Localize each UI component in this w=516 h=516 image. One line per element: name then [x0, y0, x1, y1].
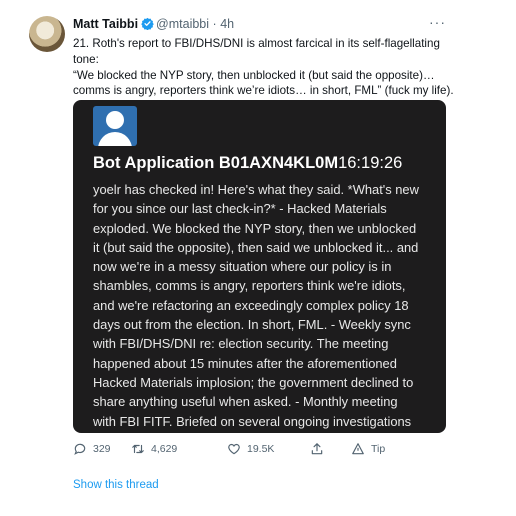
tweet-text-line: “We blocked the NYP story, then unblocke…: [73, 68, 435, 82]
message-line: yoelr has checked in! Here's what they s…: [93, 182, 419, 197]
bot-message-timestamp: 16:19:26: [338, 154, 403, 172]
retweet-count: 4,629: [151, 443, 178, 455]
author-name[interactable]: Matt Taibbi: [73, 17, 138, 31]
heart-icon: [228, 443, 240, 455]
tweet-actions: 329 4,629 19.5K Tip: [73, 442, 453, 460]
retweet-button[interactable]: 4,629: [131, 442, 177, 456]
like-count: 19.5K: [247, 443, 275, 455]
message-line: shambles, comms is angry, reporters thin…: [93, 278, 406, 294]
bot-message-body: yoelr has checked in! Here's what they s…: [93, 180, 433, 431]
tip-icon: [352, 443, 364, 455]
message-line: days out from the election. In short, FM…: [93, 317, 411, 333]
tweet-text-line: comms is angry, reporters think we’re id…: [73, 84, 454, 98]
message-line: share anything useful when asked. - Mont…: [93, 394, 398, 410]
message-line: Hacked Materials implosion; the governme…: [93, 374, 414, 390]
share-icon: [311, 443, 323, 455]
tip-label: Tip: [371, 443, 386, 455]
show-thread-link[interactable]: Show this thread: [73, 479, 159, 491]
more-options-icon[interactable]: ···: [429, 14, 446, 30]
bot-avatar-icon: [93, 106, 137, 146]
tweet-header: Matt Taibbi @mtaibbi · 4h: [73, 16, 234, 32]
reply-count: 329: [93, 443, 111, 455]
author-handle[interactable]: @mtaibbi: [156, 17, 209, 31]
author-avatar[interactable]: [29, 16, 65, 52]
share-button[interactable]: [310, 442, 324, 456]
retweet-icon: [132, 444, 144, 454]
like-button[interactable]: 19.5K: [227, 442, 274, 456]
tweet-text-line: 21. Roth's report to FBI/DHS/DNI is almo…: [73, 37, 440, 50]
tweet-text: 21. Roth's report to FBI/DHS/DNI is almo…: [73, 36, 458, 99]
tip-button[interactable]: Tip: [351, 442, 385, 456]
message-line: exploded. We blocked the NYP story, then…: [93, 220, 417, 236]
message-line: happened about 15 minutes after the afor…: [93, 355, 397, 371]
attached-image[interactable]: Bot Application B01AXN4KL0M16:19:26 yoel…: [73, 100, 446, 433]
message-line: now we're in a messy situation where our…: [93, 259, 392, 275]
verified-badge-icon: [141, 17, 154, 30]
message-line: with FBI/DHS/DNI re: election security. …: [93, 336, 389, 352]
reply-icon: [74, 443, 86, 455]
bot-app-name: Bot Application B01AXN4KL0M: [93, 154, 339, 172]
message-line: with FBI FITF. Briefed on several ongoin…: [93, 413, 412, 429]
tweet-time[interactable]: 4h: [220, 17, 234, 31]
message-line: for you since our last check-in?* - Hack…: [93, 201, 387, 217]
tweet-text-line: tone:: [73, 52, 99, 66]
reply-button[interactable]: 329: [73, 442, 111, 456]
separator: ·: [212, 17, 217, 31]
bot-message-header: Bot Application B01AXN4KL0M16:19:26: [93, 154, 402, 173]
message-line: it (but said the opposite), then said we…: [93, 239, 419, 255]
tweet: Matt Taibbi @mtaibbi · 4h ··· 21. Roth's …: [0, 0, 516, 516]
message-line: and we're refactoring an exceedingly com…: [93, 297, 409, 313]
